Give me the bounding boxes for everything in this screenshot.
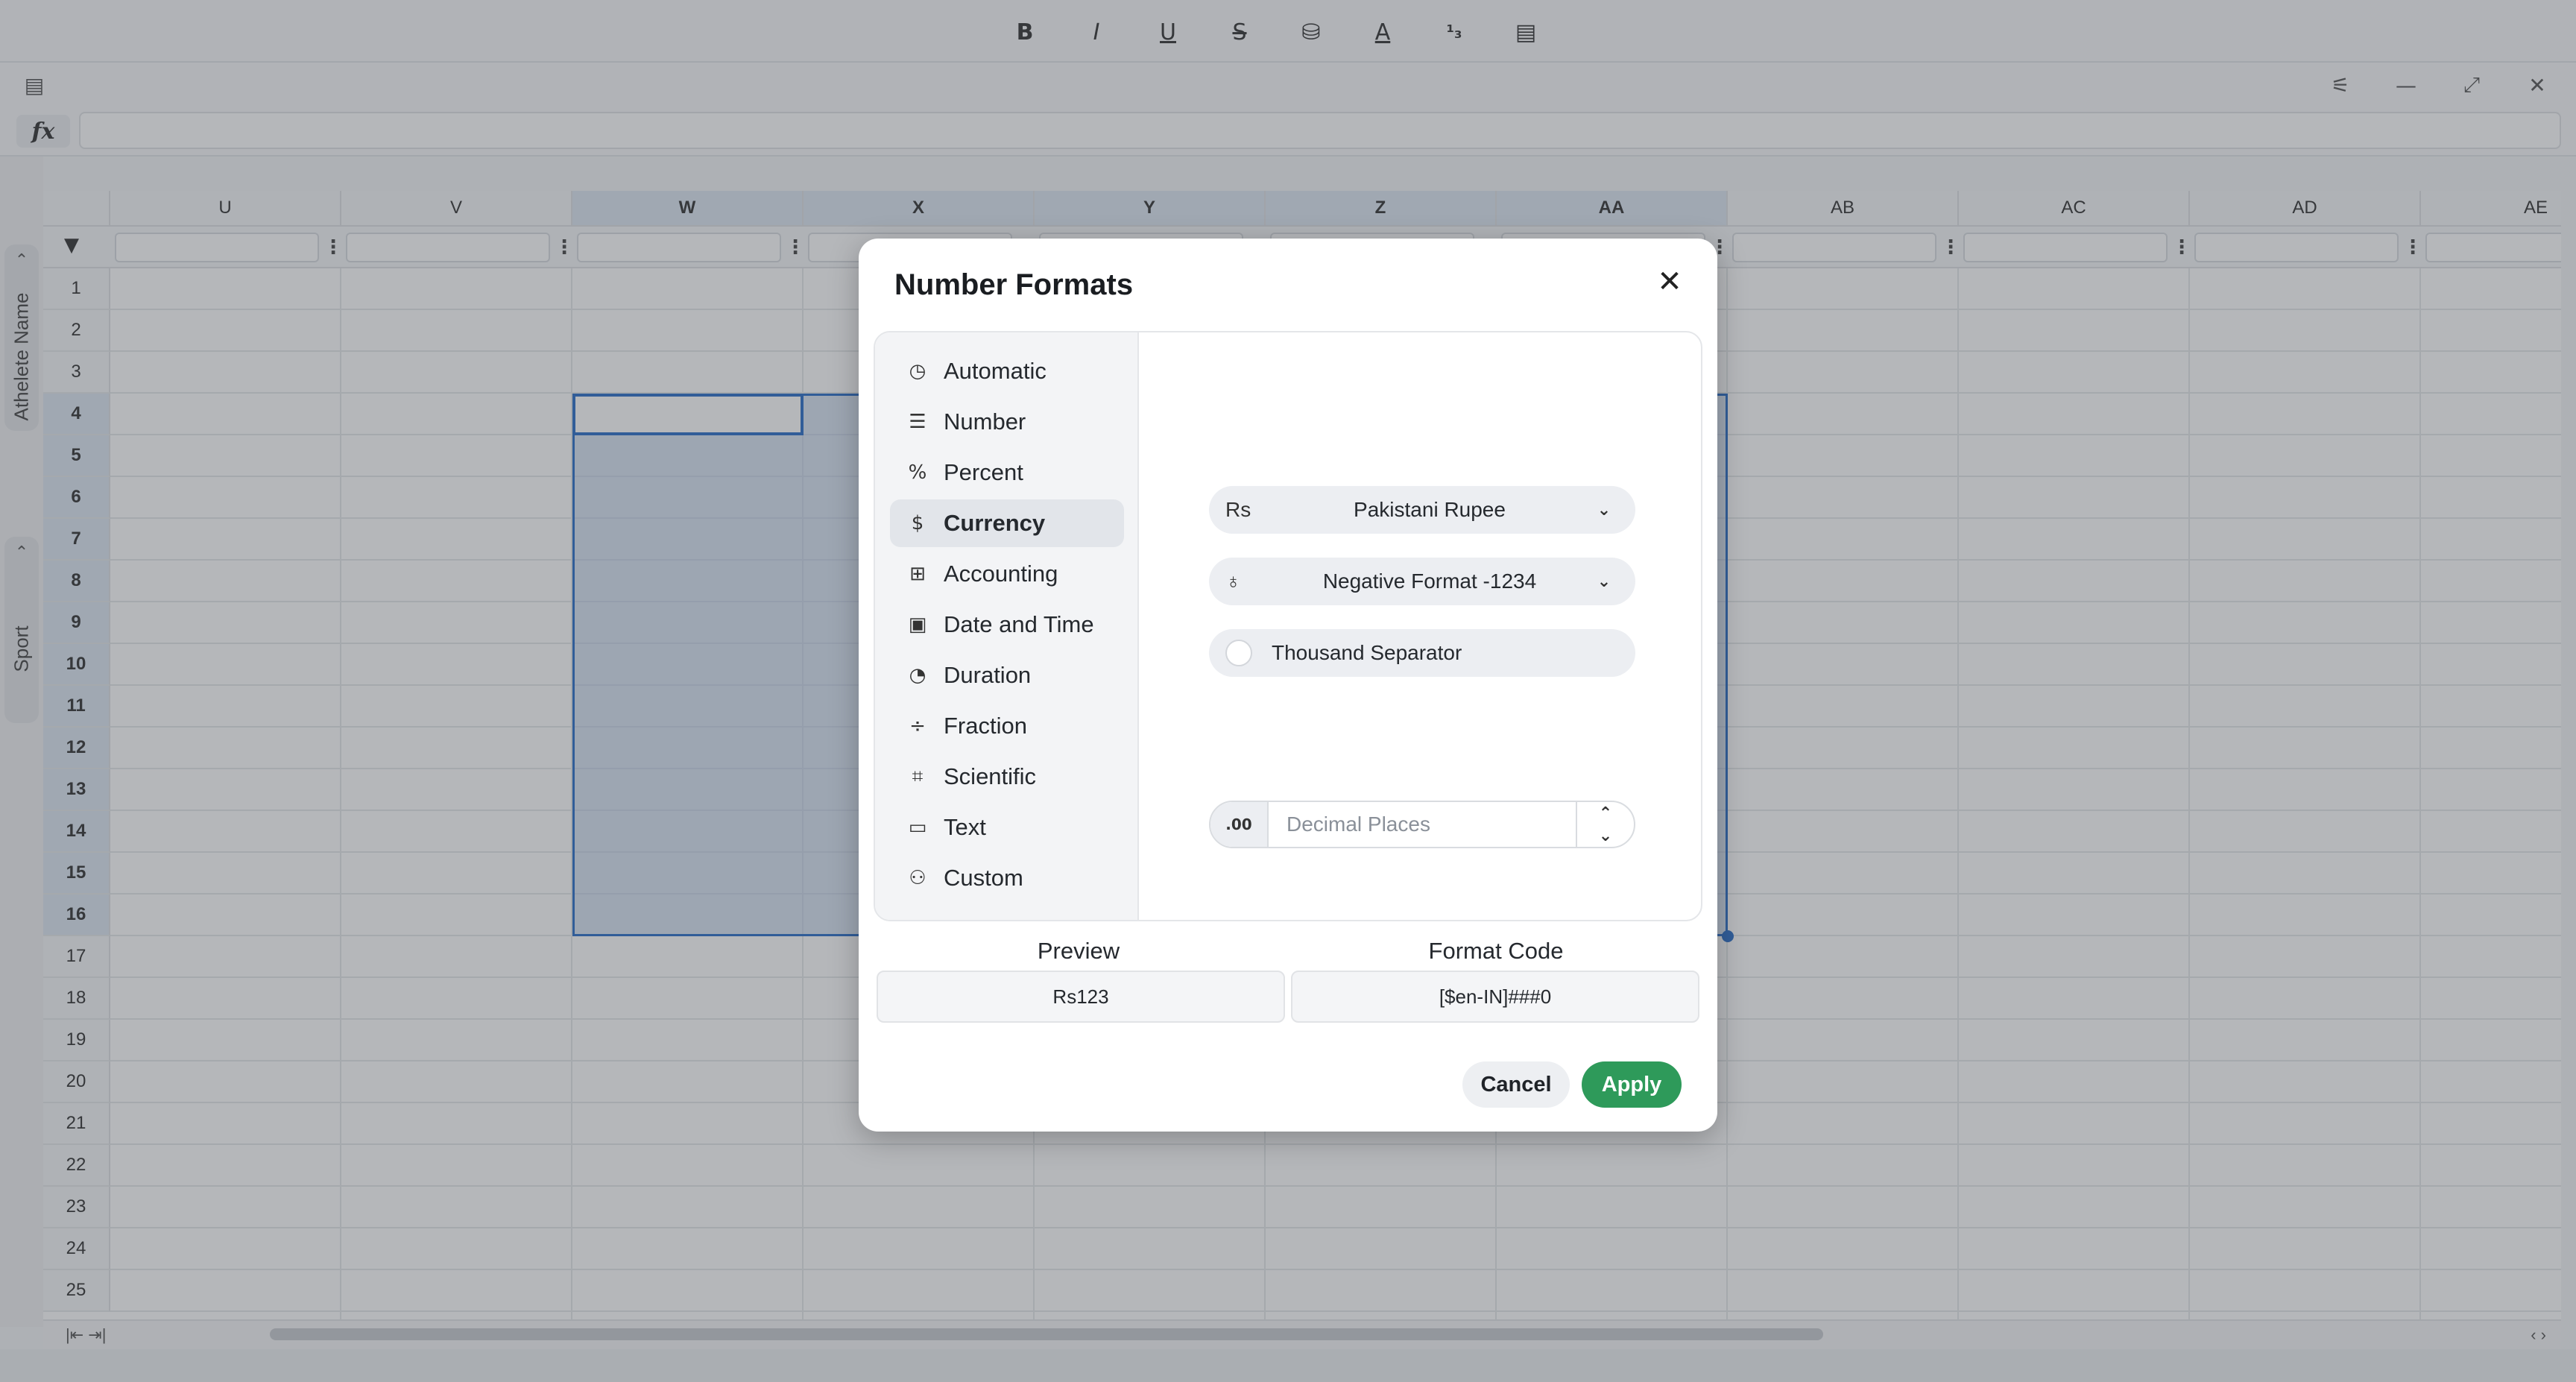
category-fraction[interactable]: ÷ Fraction xyxy=(890,702,1124,750)
category-label: Duration xyxy=(944,662,1032,688)
category-label: Date and Time xyxy=(944,611,1094,637)
category-label: Automatic xyxy=(944,358,1046,384)
negative-format-value: Negative Format -1234 xyxy=(1322,569,1537,593)
category-automatic[interactable]: ◷ Automatic xyxy=(890,347,1124,395)
thousand-separator-toggle[interactable]: Thousand Separator xyxy=(1209,629,1635,677)
dialog-title: Number Formats xyxy=(894,268,1134,301)
category-duration[interactable]: ◔ Duration xyxy=(890,651,1124,699)
format-code-field[interactable]: [$en-IN]###0 xyxy=(1291,971,1699,1023)
thousand-separator-label: Thousand Separator xyxy=(1272,641,1462,664)
calendar-icon: ▣ xyxy=(908,613,927,636)
cancel-button[interactable]: Cancel xyxy=(1462,1061,1570,1108)
chevron-down-icon: ⌄ xyxy=(1597,500,1611,520)
category-text[interactable]: ▭ Text xyxy=(890,804,1124,851)
category-custom[interactable]: ⚇ Custom xyxy=(890,854,1124,902)
stepper-buttons: ⌃ ⌄ xyxy=(1576,802,1634,847)
custom-user-icon: ⚇ xyxy=(909,867,926,889)
category-label: Fraction xyxy=(944,713,1027,739)
decimal-places-stepper: .00 Decimal Places ⌃ ⌄ xyxy=(1209,801,1635,848)
category-label: Accounting xyxy=(944,561,1058,587)
category-label: Text xyxy=(944,814,986,840)
category-label: Currency xyxy=(944,510,1046,536)
clock-icon: ◷ xyxy=(909,360,926,382)
dollar-icon: $ xyxy=(911,512,924,534)
currency-symbol: Rs xyxy=(1225,498,1251,521)
category-label: Percent xyxy=(944,459,1023,485)
list-number-icon: ☰ xyxy=(909,411,926,433)
category-list: ◷ Automatic ☰ Number% Percent $ Currency ⊞ Accou… xyxy=(875,332,1139,920)
fraction-icon: ÷ xyxy=(909,715,926,737)
checkbox-circle[interactable] xyxy=(1225,640,1252,666)
chevron-down-icon[interactable]: ⌄ xyxy=(1577,824,1634,847)
text-box-icon: ▭ xyxy=(908,816,927,839)
accounting-icon: ⊞ xyxy=(909,563,926,585)
percent-icon: % xyxy=(908,461,927,484)
category-scientific[interactable]: ⌗ Scientific xyxy=(890,753,1124,801)
category-label: Number xyxy=(944,408,1026,435)
category-label: Scientific xyxy=(944,763,1037,789)
preview-value: Rs123 xyxy=(877,971,1285,1023)
category-date-and-time[interactable]: ▣ Date and Time xyxy=(890,601,1124,649)
chevron-down-icon: ⌄ xyxy=(1597,572,1611,591)
negative-format-select[interactable]: ♁ Negative Format -1234 ⌄ xyxy=(1209,558,1635,605)
format-code-label: Format Code xyxy=(1428,938,1564,964)
decimal-places-input[interactable]: Decimal Places xyxy=(1269,802,1577,847)
category-currency[interactable]: $ Currency xyxy=(890,499,1124,547)
apply-button[interactable]: Apply xyxy=(1582,1061,1682,1108)
close-icon[interactable]: ✕ xyxy=(1649,261,1690,303)
timer-icon: ◔ xyxy=(909,664,926,687)
negative-format-icon: ♁ xyxy=(1225,569,1241,593)
currency-select[interactable]: Rs Pakistani Rupee ⌄ xyxy=(1209,486,1635,534)
category-accounting[interactable]: ⊞ Accounting xyxy=(890,550,1124,598)
category-number[interactable]: ☰ Number xyxy=(890,398,1124,446)
number-formats-dialog: Number Formats ✕ ◷ Automatic ☰ Number% Perce… xyxy=(859,239,1717,1132)
category-label: Custom xyxy=(944,865,1023,891)
currency-name: Pakistani Rupee xyxy=(1354,498,1506,521)
preview-label: Preview xyxy=(1037,938,1120,964)
chevron-up-icon[interactable]: ⌃ xyxy=(1577,802,1634,824)
decimal-icon: .00 xyxy=(1210,802,1269,847)
format-panel: ◷ Automatic ☰ Number% Percent $ Currency ⊞ Accou… xyxy=(874,331,1702,921)
scientific-icon: ⌗ xyxy=(912,765,924,788)
category-percent[interactable]: % Percent xyxy=(890,449,1124,496)
